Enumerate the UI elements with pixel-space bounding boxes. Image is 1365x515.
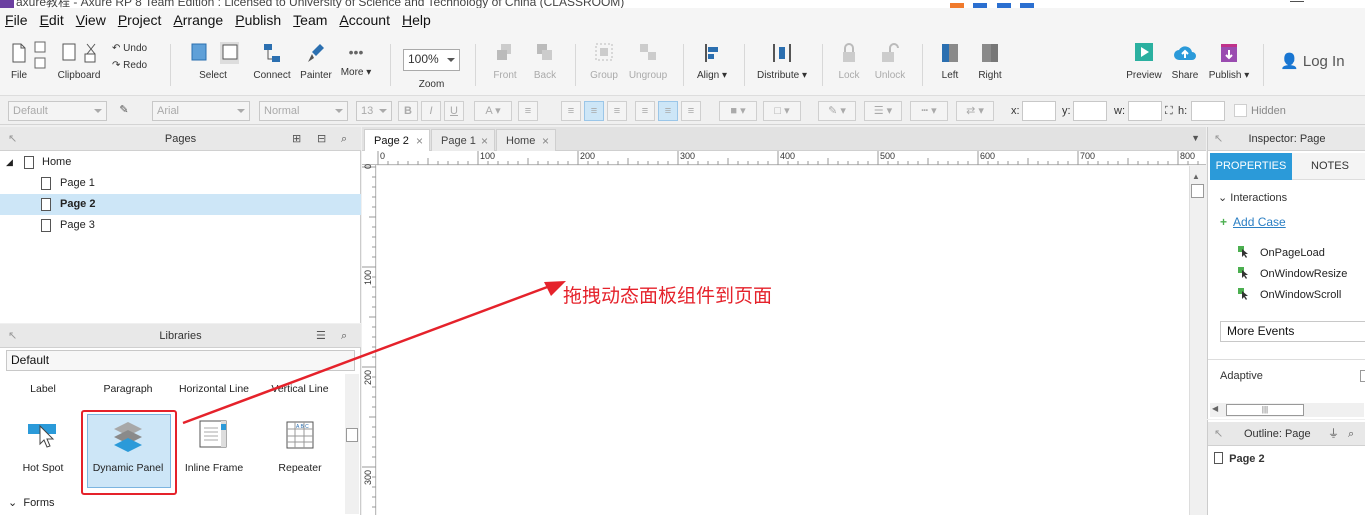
event-lightning-icon: [1238, 288, 1248, 300]
inspector-tabs: PROPERTIES NOTES: [1208, 153, 1365, 180]
annotation-arrow: [182, 281, 566, 425]
event-onpageload[interactable]: OnPageLoad: [1260, 247, 1325, 259]
arrow-line: [182, 284, 551, 425]
inspector-title: Inspector: Page: [1248, 133, 1326, 145]
page-icon: [1214, 452, 1223, 464]
annotation-text: 拖拽动态面板组件到页面: [563, 285, 773, 307]
outline-title: Outline: Page: [1244, 428, 1311, 440]
chevron-down-icon: ⌄: [1218, 192, 1228, 204]
scroll-left-icon[interactable]: ◀: [1212, 404, 1218, 413]
event-lightning-icon: [1238, 267, 1248, 279]
outline-page-item[interactable]: Page 2: [1214, 450, 1265, 465]
outline-panel: ↖ Outline: Page ⏚ ⌕ Page 2: [1207, 420, 1365, 515]
inspector-header: ↖ Inspector: Page: [1208, 127, 1365, 151]
event-onwindowscroll[interactable]: OnWindowScroll: [1260, 289, 1341, 301]
adaptive-label: Adaptive: [1220, 370, 1263, 382]
collapse-arrow-icon[interactable]: ↖: [1214, 127, 1223, 151]
tab-notes[interactable]: NOTES: [1292, 153, 1365, 180]
interactions-section[interactable]: ⌄ Interactions: [1218, 191, 1287, 204]
tab-properties[interactable]: PROPERTIES: [1210, 153, 1292, 180]
search-icon[interactable]: ⌕: [1348, 422, 1354, 446]
event-onwindowresize[interactable]: OnWindowResize: [1260, 268, 1347, 280]
inspector-scroll-thumb[interactable]: |||: [1226, 404, 1304, 416]
divider: [1208, 359, 1365, 360]
event-lightning-icon: [1238, 246, 1248, 258]
more-events-select[interactable]: More Events: [1220, 321, 1365, 342]
filter-icon[interactable]: ⏚: [1328, 422, 1339, 446]
collapse-arrow-icon[interactable]: ↖: [1214, 422, 1223, 446]
inspector-panel: ↖ Inspector: Page PROPERTIES NOTES ⌄ Int…: [1207, 127, 1365, 419]
plus-icon: +: [1220, 215, 1228, 229]
axure-window: axure教程 - Axure RP 8 Team Edition : Lice…: [0, 0, 1365, 515]
add-case-link[interactable]: + Add Case: [1220, 215, 1286, 229]
outline-header: ↖ Outline: Page ⏚ ⌕: [1208, 422, 1365, 446]
inspector-hscrollbar[interactable]: ◀ |||: [1210, 403, 1364, 417]
adaptive-checkbox[interactable]: [1360, 370, 1365, 382]
